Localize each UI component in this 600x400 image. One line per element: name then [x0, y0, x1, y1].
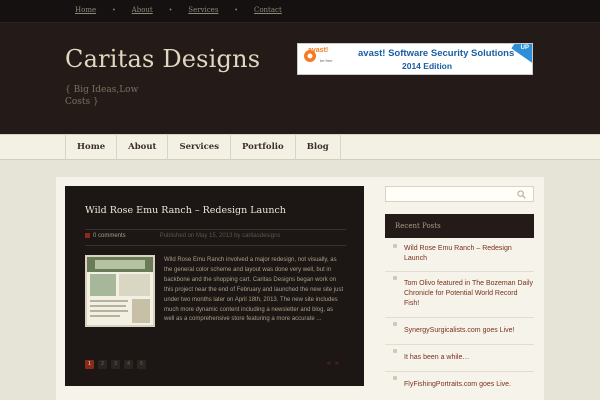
- top-nav-about[interactable]: About: [132, 6, 153, 14]
- pager-page-3[interactable]: 3: [111, 360, 120, 369]
- main-nav: Home About Services Portfolio Blog: [65, 135, 341, 160]
- thumbnail-text-line: [90, 315, 120, 317]
- banner-subline: 2014 Edition: [402, 61, 453, 71]
- thumbnail-text-line: [90, 310, 128, 312]
- top-nav-home[interactable]: Home: [75, 6, 96, 14]
- thumbnail-banner: [95, 260, 145, 269]
- recent-post-link[interactable]: SynergySurgicalists.com goes Live!: [385, 318, 534, 345]
- slider-pager: 1 2 3 4 5: [85, 360, 150, 369]
- pager-page-5[interactable]: 5: [137, 360, 146, 369]
- banner-brand: avast!: [308, 47, 329, 54]
- recent-post-link[interactable]: It has been a while…: [385, 345, 534, 372]
- divider: [85, 229, 346, 230]
- search-icon[interactable]: [517, 190, 526, 199]
- main-nav-blog[interactable]: Blog: [296, 135, 341, 160]
- main-nav-services[interactable]: Services: [168, 135, 231, 160]
- main-nav-portfolio[interactable]: Portfolio: [231, 135, 296, 160]
- post-excerpt: Wild Rose Emu Ranch involved a major red…: [164, 257, 344, 323]
- recent-posts-title: Recent Posts: [395, 222, 441, 230]
- recent-posts-list: Wild Rose Emu Ranch – Redesign Launch To…: [385, 240, 534, 398]
- divider: [85, 245, 346, 246]
- post-thumbnail[interactable]: [85, 255, 155, 327]
- post-title[interactable]: Wild Rose Emu Ranch – Redesign Launch: [85, 205, 286, 216]
- thumbnail-text-line: [90, 305, 126, 307]
- site-title[interactable]: Caritas Designs: [65, 45, 260, 73]
- recent-posts-header: Recent Posts: [385, 214, 534, 238]
- thumbnail-sidebar: [132, 299, 150, 323]
- top-nav-separator: •: [168, 6, 173, 14]
- site-tagline: { Big Ideas,Low Costs }: [65, 85, 139, 107]
- top-nav: Home • About • Services • Contact: [75, 6, 282, 14]
- top-nav-separator: •: [112, 6, 116, 14]
- site-header: Caritas Designs { Big Ideas,Low Costs } …: [0, 22, 600, 134]
- comments-icon: [85, 233, 90, 238]
- pager-page-2[interactable]: 2: [98, 360, 107, 369]
- main-nav-about[interactable]: About: [117, 135, 169, 160]
- avast-banner-ad[interactable]: avast! be free avast! Software Security …: [297, 43, 533, 75]
- post-published-info: Published on May 15, 2013 by caritasdesi…: [159, 233, 281, 240]
- banner-brand-sub: be free: [320, 58, 333, 63]
- banner-corner-label: UP: [520, 45, 529, 51]
- recent-post-link[interactable]: FlyFishingPortraits.com goes Live.: [385, 372, 534, 398]
- search-input[interactable]: [385, 186, 534, 202]
- post-comments-link[interactable]: 0 comments: [93, 233, 126, 239]
- thumbnail-photo: [119, 274, 150, 296]
- top-bar: Home • About • Services • Contact: [0, 0, 600, 22]
- recent-post-link[interactable]: Wild Rose Emu Ranch – Redesign Launch: [385, 240, 534, 272]
- recent-post-link[interactable]: Tom Olivo featured in The Bozeman Daily …: [385, 272, 534, 318]
- slider-arrows[interactable]: « »: [327, 360, 340, 367]
- thumbnail-text-line: [90, 300, 128, 302]
- banner-headline: avast! Software Security Solutions: [358, 48, 515, 59]
- main-nav-bar: Home About Services Portfolio Blog: [0, 134, 600, 160]
- pager-page-1[interactable]: 1: [85, 360, 94, 369]
- main-nav-home[interactable]: Home: [66, 135, 118, 160]
- pager-page-4[interactable]: 4: [124, 360, 133, 369]
- top-nav-separator: •: [234, 6, 238, 14]
- post-meta: 0 comments Published on May 15, 2013 by c…: [85, 233, 280, 239]
- thumbnail-photo: [90, 274, 116, 296]
- top-nav-services[interactable]: Services: [188, 6, 218, 14]
- top-nav-contact[interactable]: Contact: [254, 6, 282, 14]
